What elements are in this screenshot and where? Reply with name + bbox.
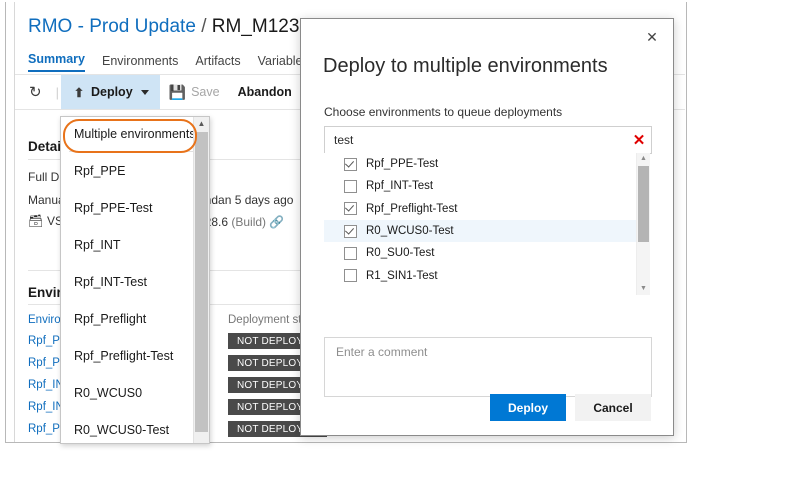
tab-artifacts[interactable]: Artifacts xyxy=(195,54,240,72)
environment-checkbox-list[interactable]: Rpf_PPE-Test Rpf_INT-Test Rpf_Preflight-… xyxy=(324,153,650,295)
save-button-label: Save xyxy=(191,85,220,99)
chevron-down-icon[interactable]: ▼ xyxy=(637,283,650,295)
list-item[interactable]: Rpf_Preflight-Test xyxy=(324,198,650,220)
list-item[interactable]: R1_SIN1-Test xyxy=(324,264,650,286)
checkbox[interactable] xyxy=(344,179,357,193)
checkbox[interactable] xyxy=(344,269,357,283)
details-artifact-source: 🗃 VS xyxy=(28,214,63,228)
scrollbar-thumb[interactable] xyxy=(638,166,649,242)
list-item-label: Rpf_INT-Test xyxy=(366,180,434,193)
list-item-label: Rpf_Preflight-Test xyxy=(366,202,458,215)
tab-summary[interactable]: Summary xyxy=(28,52,85,72)
checkbox[interactable] xyxy=(344,224,357,238)
deploy-button[interactable]: ⬆ Deploy xyxy=(60,75,160,109)
list-scrollbar[interactable]: ▲ ▼ xyxy=(636,153,650,295)
screenshot-root: RMO - Prod Update / RM_M123.4 Summary En… xyxy=(0,0,800,500)
list-item-label: R0_WCUS0-Test xyxy=(366,225,454,238)
menu-item-r0-wcus0-test[interactable]: R0_WCUS0-Test xyxy=(61,411,209,443)
list-item[interactable]: R0_WCUS0-Test xyxy=(324,219,650,243)
menu-item-multiple-environments[interactable]: Multiple environments xyxy=(61,117,209,150)
list-item[interactable]: Rpf_PPE-Test xyxy=(324,153,650,175)
save-disk-icon: 💾 xyxy=(168,83,187,100)
list-item[interactable]: R0_SU0-Test xyxy=(324,242,650,264)
checkbox[interactable] xyxy=(344,157,357,171)
list-item-label: R0_SU0-Test xyxy=(366,247,435,260)
menu-item-rpf-ppe[interactable]: Rpf_PPE xyxy=(61,152,209,189)
scrollbar-thumb[interactable] xyxy=(195,132,208,432)
checkbox[interactable] xyxy=(344,202,357,216)
page-title: RMO - Prod Update / RM_M123.4 xyxy=(28,16,315,38)
dialog-instruction: Choose environments to queue deployments xyxy=(324,105,563,119)
tab-environments[interactable]: Environments xyxy=(102,54,178,72)
close-icon[interactable]: ✕ xyxy=(639,25,665,49)
deploy-button-label: Deploy xyxy=(90,85,133,99)
deploy-upload-icon: ⬆ xyxy=(73,85,85,100)
list-item[interactable]: Rpf_INT-Test xyxy=(324,175,650,197)
left-rail xyxy=(6,2,15,442)
cancel-button[interactable]: Cancel xyxy=(575,394,651,421)
menu-item-rpf-preflight[interactable]: Rpf_Preflight xyxy=(61,300,209,337)
chevron-up-icon[interactable]: ▲ xyxy=(194,117,209,131)
menu-item-r0-wcus0[interactable]: R0_WCUS0 xyxy=(61,374,209,411)
refresh-icon: ↻ xyxy=(29,84,42,101)
checkbox[interactable] xyxy=(344,246,357,260)
release-definition-name: RMO - Prod Update xyxy=(28,16,196,37)
environment-search-field[interactable]: ✕ xyxy=(324,126,652,154)
comment-placeholder: Enter a comment xyxy=(336,345,428,359)
abandon-button-label: Abandon xyxy=(237,85,292,99)
dropdown-scrollbar[interactable]: ▲ xyxy=(193,117,209,443)
save-button[interactable]: 💾 Save xyxy=(160,75,229,109)
comment-textarea[interactable]: Enter a comment xyxy=(324,337,652,397)
chevron-down-icon xyxy=(140,89,149,95)
details-build-version: p28.6 (Build) 🔗 xyxy=(198,215,284,229)
menu-item-rpf-int[interactable]: Rpf_INT xyxy=(61,226,209,263)
refresh-button[interactable]: ↻ xyxy=(15,75,54,109)
menu-item-rpf-int-test[interactable]: Rpf_INT-Test xyxy=(61,263,209,300)
deploy-confirm-button[interactable]: Deploy xyxy=(490,394,566,421)
title-separator: / xyxy=(201,16,207,37)
details-build-kind: (Build) xyxy=(231,215,267,229)
vso-build-icon: 🗃 xyxy=(28,213,44,228)
deploy-dropdown-menu[interactable]: Multiple environments Rpf_PPE Rpf_PPE-Te… xyxy=(60,116,210,444)
list-item-label: R1_SIN1-Test xyxy=(366,269,438,282)
deploy-dialog: ✕ Deploy to multiple environments Choose… xyxy=(300,18,674,436)
menu-item-rpf-ppe-test[interactable]: Rpf_PPE-Test xyxy=(61,189,209,226)
toolbar-divider: | xyxy=(55,84,59,100)
link-icon[interactable]: 🔗 xyxy=(269,215,284,229)
details-author-time: andan 5 days ago xyxy=(198,193,294,207)
menu-item-rpf-preflight-test[interactable]: Rpf_Preflight-Test xyxy=(61,337,209,374)
abandon-button[interactable]: Abandon xyxy=(229,75,301,109)
chevron-up-icon[interactable]: ▲ xyxy=(637,153,650,165)
list-item-label: Rpf_PPE-Test xyxy=(366,158,439,171)
dialog-title: Deploy to multiple environments xyxy=(323,55,608,77)
clear-x-icon[interactable]: ✕ xyxy=(627,133,651,148)
dialog-actions: Deploy Cancel xyxy=(490,394,651,421)
tab-bar: Summary Environments Artifacts Variables xyxy=(28,52,309,72)
search-input[interactable] xyxy=(325,132,627,148)
